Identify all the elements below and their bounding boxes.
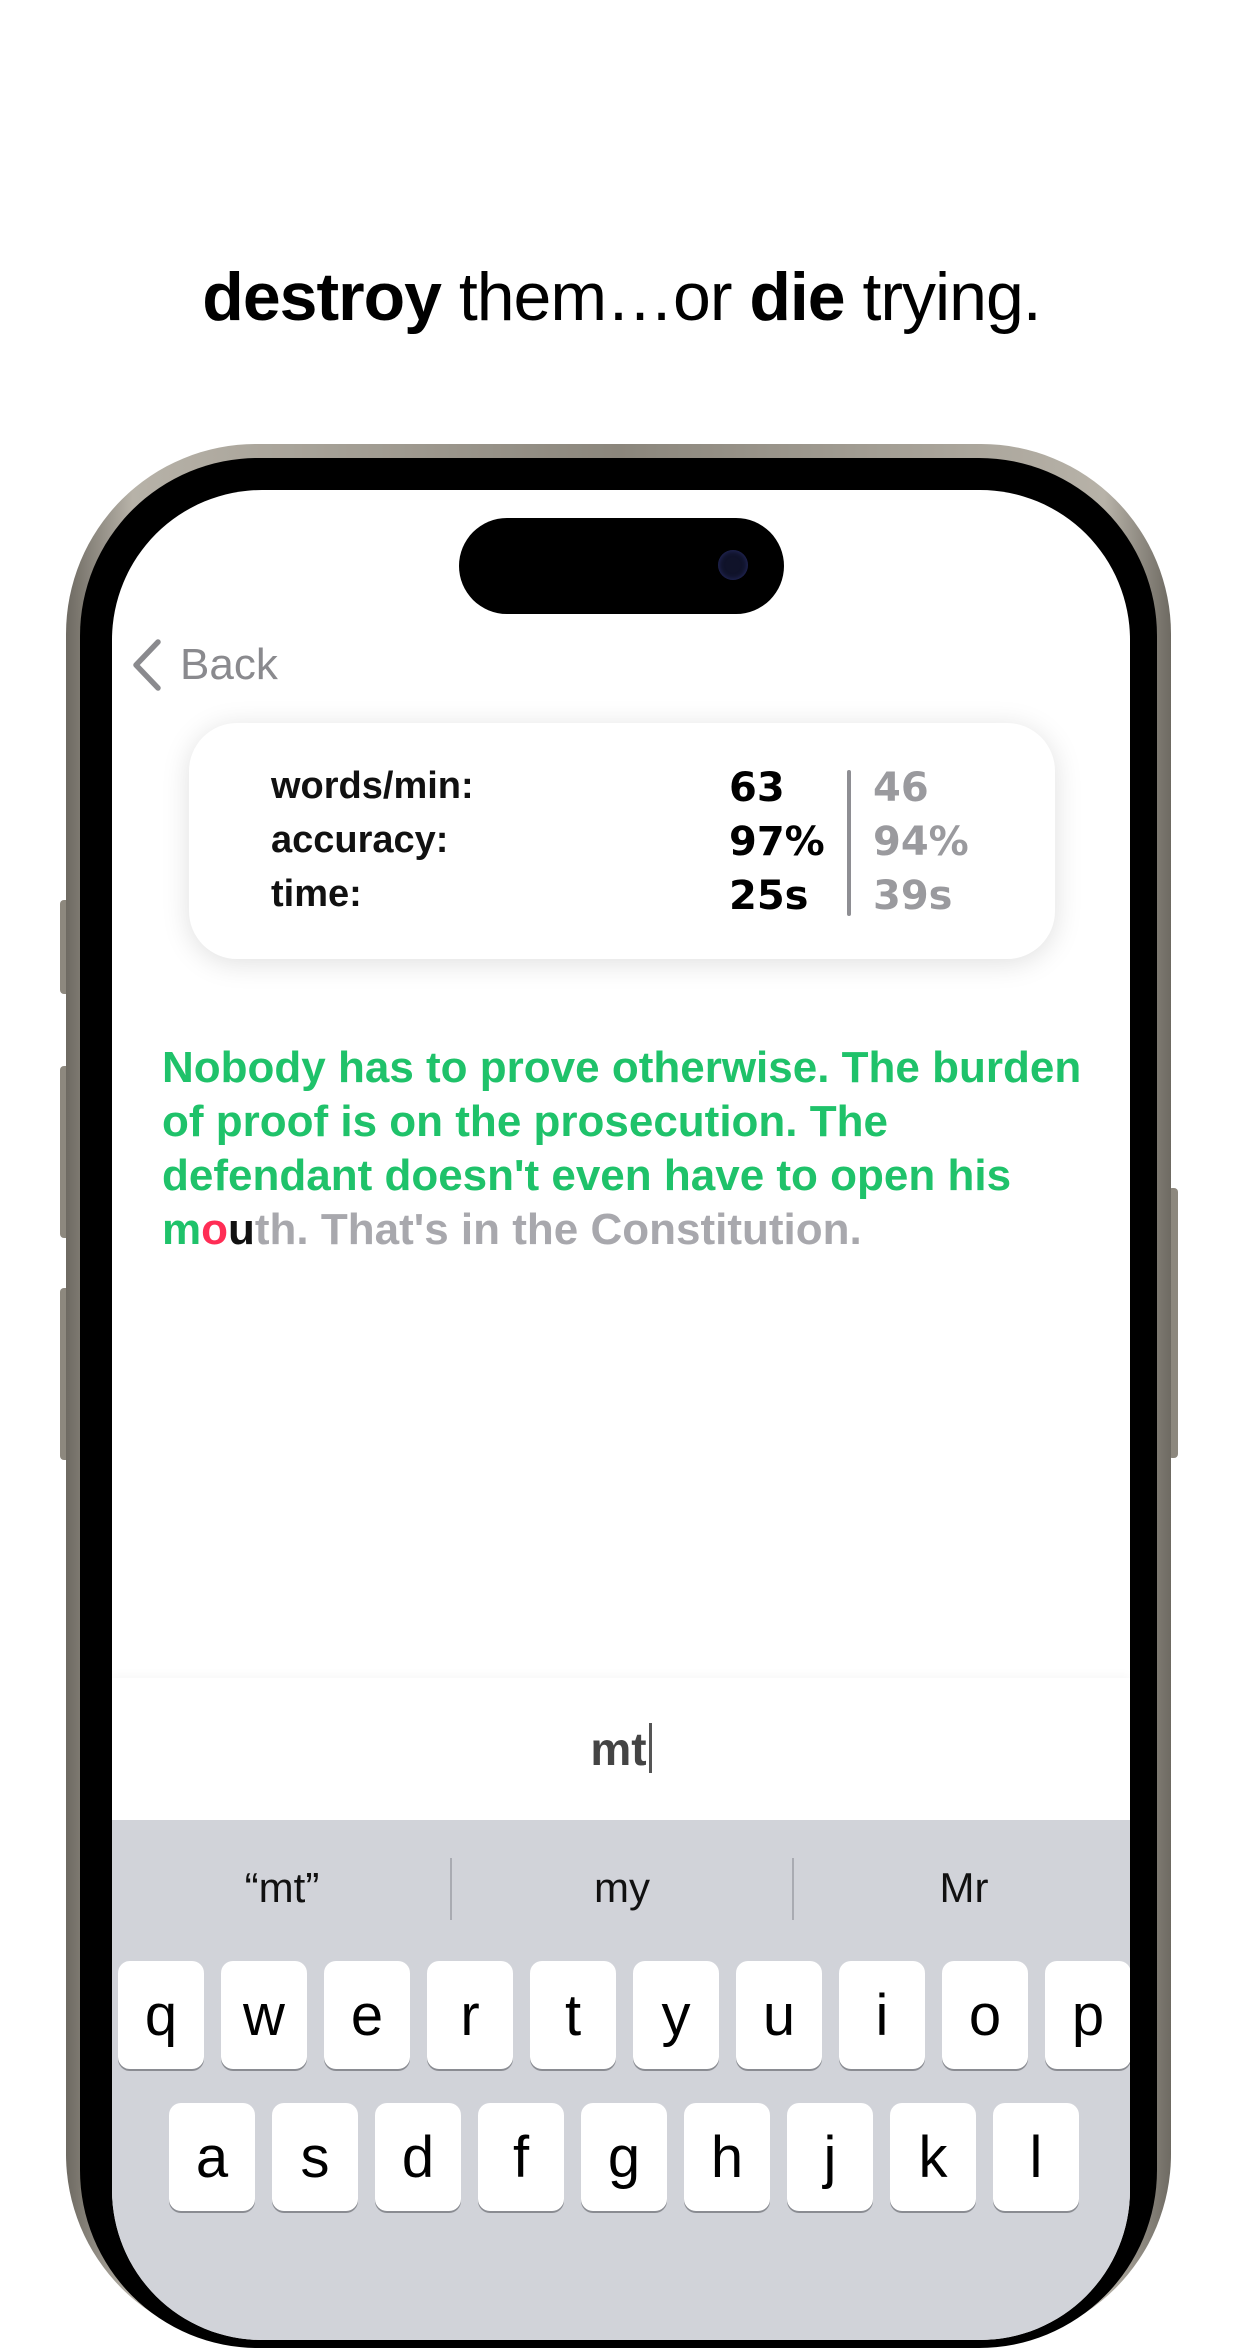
key-j[interactable]: j	[787, 2103, 873, 2211]
key-y[interactable]: y	[633, 1961, 719, 2069]
passage-remaining: th. That's in the Constitution.	[254, 1205, 862, 1254]
back-button[interactable]: Back	[132, 635, 278, 695]
dynamic-island	[459, 518, 784, 614]
stat-value-time: 25s	[729, 873, 809, 919]
keyboard: “mt” my Mr q w e r t y u i o p a s d f g…	[112, 1820, 1130, 2340]
stat-value-wpm: 63	[729, 765, 785, 811]
stat-label-wpm: words/min:	[271, 765, 474, 807]
key-l[interactable]: l	[993, 2103, 1079, 2211]
key-g[interactable]: g	[581, 2103, 667, 2211]
key-s[interactable]: s	[272, 2103, 358, 2211]
stats-divider	[847, 770, 851, 916]
key-e[interactable]: e	[324, 1961, 410, 2069]
key-w[interactable]: w	[221, 1961, 307, 2069]
suggestion-1[interactable]: “mt”	[112, 1820, 452, 1956]
phone-screen: Back words/min: accuracy: time: 63 97% 2…	[112, 490, 1130, 2340]
typing-input[interactable]: mt	[112, 1678, 1130, 1820]
stat-previous-accuracy: 94%	[873, 819, 969, 865]
key-p[interactable]: p	[1045, 1961, 1130, 2069]
suggestion-2[interactable]: my	[452, 1820, 792, 1956]
typing-passage: Nobody has to prove otherwise. The burde…	[162, 1041, 1102, 1257]
stat-label-accuracy: accuracy:	[271, 819, 449, 861]
key-q[interactable]: q	[118, 1961, 204, 2069]
stat-value-accuracy: 97%	[729, 819, 825, 865]
stat-label-time: time:	[271, 873, 362, 915]
headline-text-1: them…or	[440, 259, 750, 335]
key-f[interactable]: f	[478, 2103, 564, 2211]
stat-previous-time: 39s	[873, 873, 953, 919]
headline-text-2: trying.	[844, 259, 1042, 335]
typing-input-value: mt	[590, 1723, 647, 1775]
camera-icon	[718, 550, 748, 580]
key-u[interactable]: u	[736, 1961, 822, 2069]
key-i[interactable]: i	[839, 1961, 925, 2069]
stat-previous-wpm: 46	[873, 765, 929, 811]
stats-card: words/min: accuracy: time: 63 97% 25s 46…	[189, 723, 1055, 959]
key-k[interactable]: k	[890, 2103, 976, 2211]
headline-bold-2: die	[749, 259, 845, 335]
key-h[interactable]: h	[684, 2103, 770, 2211]
headline-bold-1: destroy	[202, 259, 442, 335]
chevron-left-icon	[133, 639, 161, 691]
key-d[interactable]: d	[375, 2103, 461, 2211]
key-o[interactable]: o	[942, 1961, 1028, 2069]
key-t[interactable]: t	[530, 1961, 616, 2069]
marketing-headline: destroy them…or die trying.	[0, 258, 1243, 336]
text-caret	[648, 1723, 652, 1773]
key-r[interactable]: r	[427, 1961, 513, 2069]
back-label: Back	[180, 640, 278, 689]
passage-error-char: o	[201, 1205, 229, 1254]
passage-cursor-char: u	[228, 1205, 255, 1254]
suggestion-3[interactable]: Mr	[794, 1820, 1130, 1956]
key-a[interactable]: a	[169, 2103, 255, 2211]
